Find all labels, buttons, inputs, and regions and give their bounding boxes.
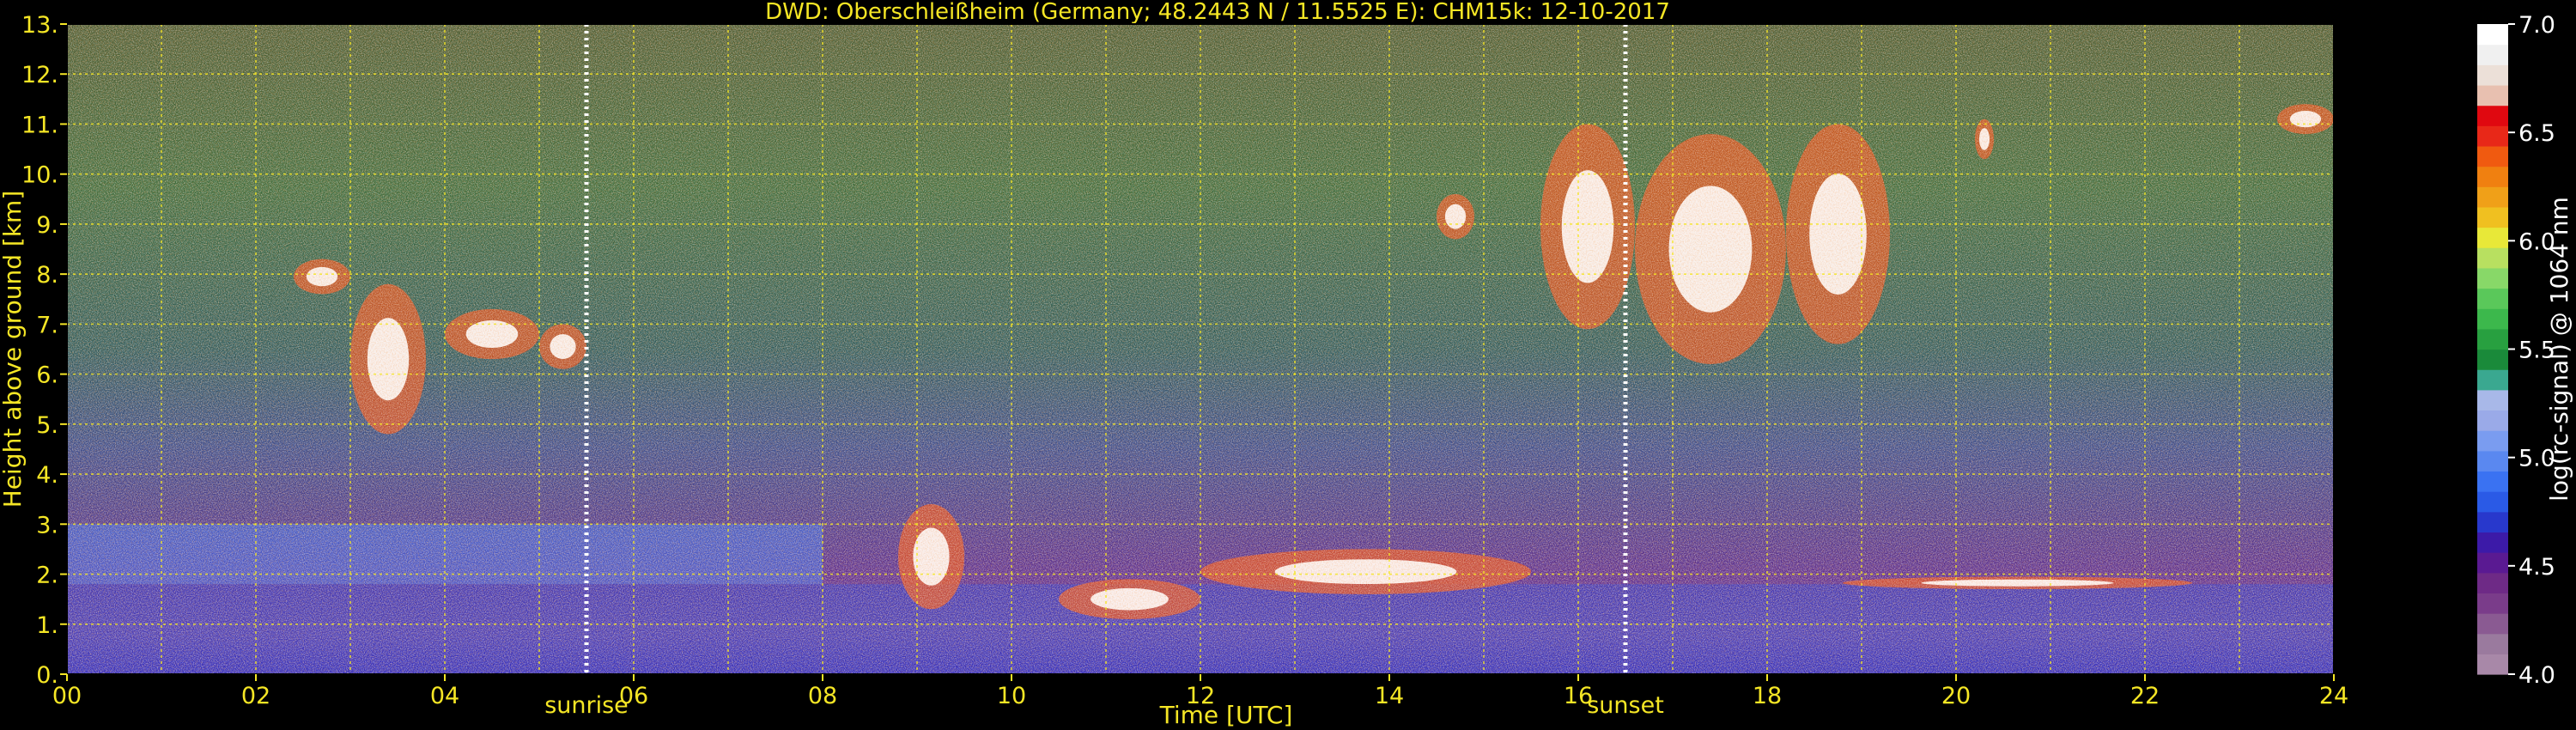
colorbar-segment [2477,64,2508,86]
x-tick-label: 20 [1941,683,1971,709]
colorbar-segment [2477,267,2508,289]
x-tick-label: 22 [2130,683,2160,709]
colorbar-tick-label: 4.5 [2518,554,2555,581]
colorbar-segment [2477,389,2508,411]
colorbar-segment [2477,410,2508,431]
colorbar-segment [2477,430,2508,452]
colorbar-segment [2477,247,2508,269]
y-axis: 0. 1. 2. 3. 4. 5. 6. 7. 8. 9. 10. 11. 12. 13. [21,12,67,689]
colorbar-segment [2477,84,2508,106]
colorbar-segment [2477,552,2508,574]
y-tick-label: 4. [36,462,58,489]
chart-title: DWD: Oberschleißheim (Germany; 48.2443 N… [765,0,1670,25]
colorbar-segment [2477,491,2508,513]
colorbar-segment [2477,24,2508,46]
y-tick-label: 12. [21,62,58,88]
y-tick-label: 0. [36,662,58,689]
y-tick-label: 11. [21,112,58,138]
colorbar-segment [2477,44,2508,65]
colorbar-tick-label: 4.0 [2518,662,2555,689]
colorbar-segment [2477,328,2508,350]
marker-sunrise-label: sunrise [544,692,629,719]
x-tick-label: 08 [808,683,837,709]
colorbar-segment [2477,206,2508,228]
colorbar-segment [2477,288,2508,309]
colorbar-segment [2477,511,2508,533]
y-tick-label: 7. [36,312,58,338]
x-tick-label: 02 [241,683,270,709]
colorbar-segment [2477,166,2508,187]
colorbar-segment [2477,613,2508,635]
colorbar-segment [2477,308,2508,330]
colorbar-label: log(rc-signal) @ 1064 nm [2545,197,2573,502]
y-tick-label: 9. [36,212,58,239]
y-tick-label: 8. [36,262,58,289]
colorbar-segment [2477,450,2508,472]
colorbar-tick-label: 7.0 [2518,12,2555,39]
colorbar-segment [2477,145,2508,167]
colorbar-segment [2477,186,2508,208]
colorbar [2477,24,2508,675]
x-tick-label: 04 [430,683,459,709]
y-tick-label: 2. [36,563,58,589]
plot-area [67,24,2334,674]
colorbar-segment [2477,532,2508,553]
colorbar-segment [2477,369,2508,391]
colorbar-segment [2477,633,2508,654]
colorbar-segment [2477,471,2508,492]
colorbar-segment [2477,349,2508,370]
colorbar-segment [2477,105,2508,126]
colorbar-tick-label: 6.5 [2518,120,2555,147]
x-axis-label: Time [UTC] [1159,701,1293,729]
colorbar-segment [2477,654,2508,675]
marker-sunset-label: sunset [1587,692,1664,719]
y-tick-label: 3. [36,512,58,538]
y-axis-label: Height above ground [km] [0,191,27,508]
x-tick-label: 24 [2319,683,2348,709]
y-tick-label: 5. [36,412,58,439]
x-tick-label: 14 [1375,683,1404,709]
y-tick-label: 1. [36,612,58,639]
colorbar-segment [2477,125,2508,147]
colorbar-segment [2477,227,2508,248]
y-tick-label: 13. [21,12,58,39]
x-tick-label: 10 [997,683,1026,709]
colorbar-segment [2477,593,2508,614]
y-tick-label: 10. [21,162,58,189]
y-tick-label: 6. [36,362,58,389]
x-tick-label: 18 [1753,683,1782,709]
colorbar-segment [2477,572,2508,593]
ceilometer-chart: DWD: Oberschleißheim (Germany; 48.2443 N… [0,0,2573,729]
